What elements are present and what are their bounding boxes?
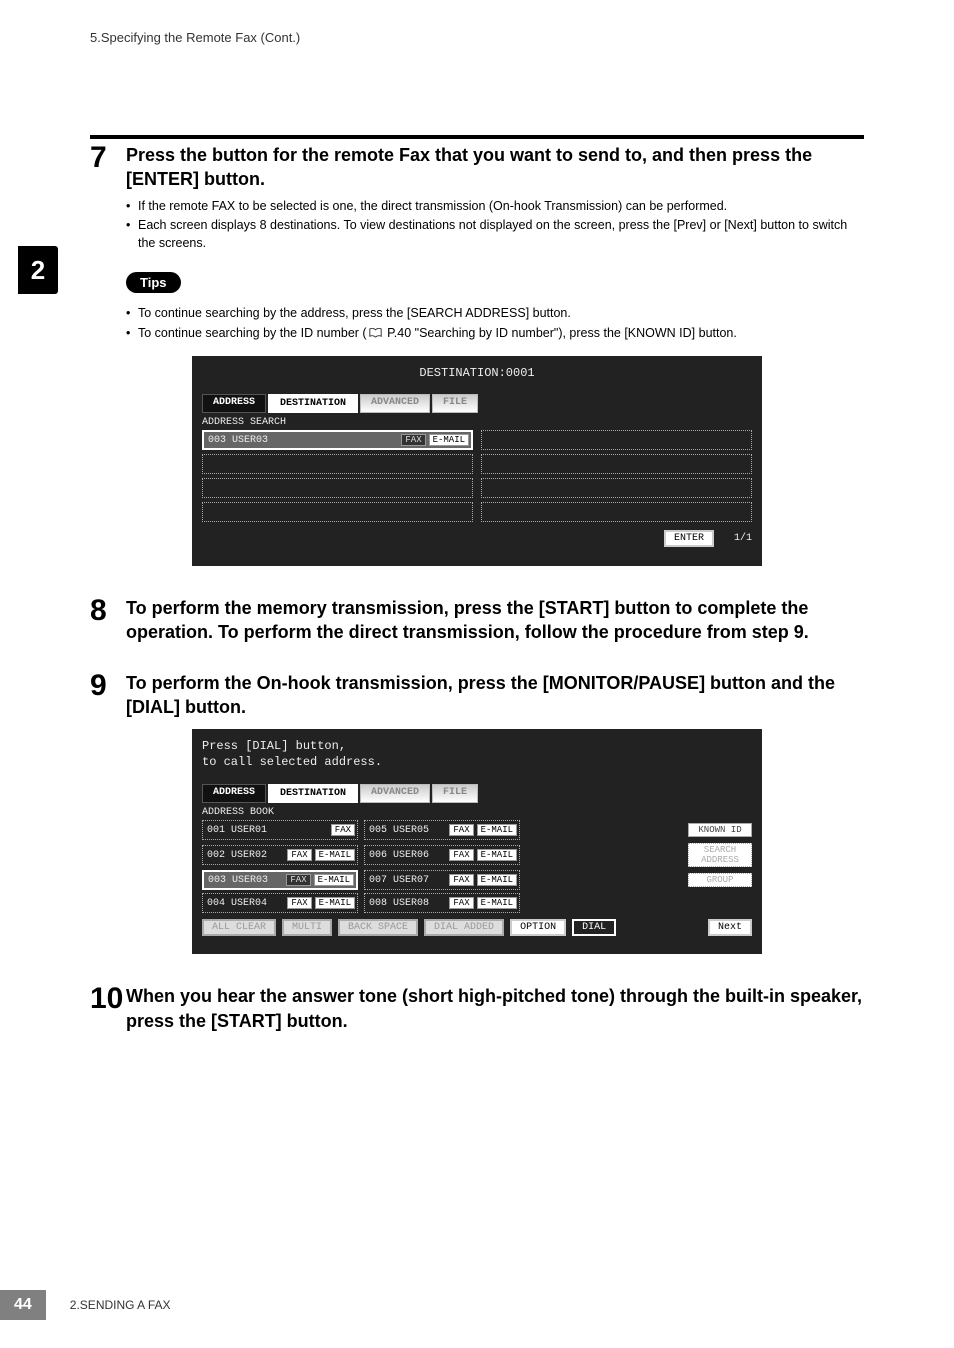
address-entry[interactable]: 001 USER01FAX bbox=[202, 820, 358, 840]
fax-screen-destination: DESTINATION:0001 ADDRESS DESTINATION ADV… bbox=[192, 356, 762, 566]
known-id-button[interactable]: KNOWN ID bbox=[688, 823, 752, 837]
fax-chip[interactable]: FAX bbox=[449, 849, 473, 861]
destination-entry-empty bbox=[202, 478, 473, 498]
address-entry-selected[interactable]: 003 USER03FAXE-MAIL bbox=[202, 870, 358, 890]
address-book-label: ADDRESS BOOK bbox=[202, 807, 752, 818]
email-chip[interactable]: E-MAIL bbox=[477, 824, 517, 836]
tab-destination[interactable]: DESTINATION bbox=[268, 394, 358, 413]
email-chip[interactable]: E-MAIL bbox=[314, 874, 354, 886]
page-number: 44 bbox=[0, 1290, 46, 1320]
step-number-10: 10 bbox=[90, 984, 126, 1014]
fax-chip[interactable]: FAX bbox=[449, 824, 473, 836]
step7-bullet: Each screen displays 8 destinations. To … bbox=[126, 217, 864, 252]
destination-entry-empty bbox=[202, 502, 473, 522]
step-title-9: To perform the On-hook transmission, pre… bbox=[126, 671, 864, 720]
tab-file[interactable]: FILE bbox=[432, 784, 478, 803]
fax-chip[interactable]: FAX bbox=[449, 874, 473, 886]
search-address-button[interactable]: SEARCH ADDRESS bbox=[688, 843, 752, 867]
dial-button[interactable]: DIAL bbox=[572, 919, 616, 936]
fax-screen-dial: Press [DIAL] button,to call selected add… bbox=[192, 729, 762, 954]
destination-entry-empty bbox=[481, 454, 752, 474]
email-chip[interactable]: E-MAIL bbox=[477, 849, 517, 861]
next-button[interactable]: Next bbox=[708, 919, 752, 936]
address-entry[interactable]: 007 USER07FAXE-MAIL bbox=[364, 870, 520, 890]
step-title-8: To perform the memory transmission, pres… bbox=[126, 596, 864, 645]
tips-badge: Tips bbox=[126, 272, 181, 293]
step7-bullet: If the remote FAX to be selected is one,… bbox=[126, 198, 864, 216]
fax-chip[interactable]: FAX bbox=[286, 874, 310, 886]
destination-entry-empty bbox=[481, 430, 752, 450]
email-chip[interactable]: E-MAIL bbox=[477, 874, 517, 886]
fax-chip[interactable]: FAX bbox=[449, 897, 473, 909]
email-chip[interactable]: E-MAIL bbox=[315, 897, 355, 909]
address-search-label: ADDRESS SEARCH bbox=[202, 417, 752, 428]
footer-chapter: 2.SENDING A FAX bbox=[70, 1298, 171, 1312]
fax-chip[interactable]: FAX bbox=[401, 434, 425, 446]
fax-chip[interactable]: FAX bbox=[287, 897, 311, 909]
tab-address[interactable]: ADDRESS bbox=[202, 784, 266, 803]
tips-bullet: To continue searching by the ID number (… bbox=[126, 325, 864, 343]
tab-advanced[interactable]: ADVANCED bbox=[360, 784, 430, 803]
tab-advanced[interactable]: ADVANCED bbox=[360, 394, 430, 413]
screen-title: DESTINATION:0001 bbox=[202, 366, 752, 380]
address-entry[interactable]: 008 USER08FAXE-MAIL bbox=[364, 893, 520, 913]
option-button[interactable]: OPTION bbox=[510, 919, 566, 936]
group-button[interactable]: GROUP bbox=[688, 873, 752, 887]
address-entry[interactable]: 006 USER06FAXE-MAIL bbox=[364, 845, 520, 865]
fax-chip[interactable]: FAX bbox=[331, 824, 355, 836]
tips-bullet: To continue searching by the address, pr… bbox=[126, 305, 864, 323]
dial-added-button[interactable]: DIAL ADDED bbox=[424, 919, 504, 936]
destination-entry-selected[interactable]: 003 USER03 FAX E-MAIL bbox=[202, 430, 473, 450]
step-title-10: When you hear the answer tone (short hig… bbox=[126, 984, 864, 1033]
screen-prompt: Press [DIAL] button,to call selected add… bbox=[202, 739, 752, 770]
header-section-title: 5.Specifying the Remote Fax (Cont.) bbox=[90, 30, 864, 45]
address-entry[interactable]: 005 USER05FAXE-MAIL bbox=[364, 820, 520, 840]
enter-button[interactable]: ENTER bbox=[664, 530, 714, 547]
destination-entry-empty bbox=[481, 478, 752, 498]
all-clear-button[interactable]: ALL CLEAR bbox=[202, 919, 276, 936]
chapter-tab: 2 bbox=[18, 246, 58, 294]
divider bbox=[90, 135, 864, 139]
address-entry[interactable]: 002 USER02FAXE-MAIL bbox=[202, 845, 358, 865]
step-number-8: 8 bbox=[90, 596, 126, 626]
step-title-7: Press the button for the remote Fax that… bbox=[126, 143, 864, 192]
email-chip[interactable]: E-MAIL bbox=[477, 897, 517, 909]
tab-address[interactable]: ADDRESS bbox=[202, 394, 266, 413]
step-number-7: 7 bbox=[90, 143, 126, 173]
page-indicator: 1/1 bbox=[734, 533, 752, 544]
step-number-9: 9 bbox=[90, 671, 126, 701]
destination-entry-empty bbox=[481, 502, 752, 522]
address-entry[interactable]: 004 USER04FAXE-MAIL bbox=[202, 893, 358, 913]
tab-destination[interactable]: DESTINATION bbox=[268, 784, 358, 803]
backspace-button[interactable]: BACK SPACE bbox=[338, 919, 418, 936]
page-footer: 44 2.SENDING A FAX bbox=[0, 1290, 171, 1320]
destination-entry-empty bbox=[202, 454, 473, 474]
email-chip[interactable]: E-MAIL bbox=[429, 434, 469, 446]
tab-file[interactable]: FILE bbox=[432, 394, 478, 413]
book-icon bbox=[369, 328, 382, 338]
multi-button[interactable]: MULTI bbox=[282, 919, 332, 936]
fax-chip[interactable]: FAX bbox=[287, 849, 311, 861]
email-chip[interactable]: E-MAIL bbox=[315, 849, 355, 861]
